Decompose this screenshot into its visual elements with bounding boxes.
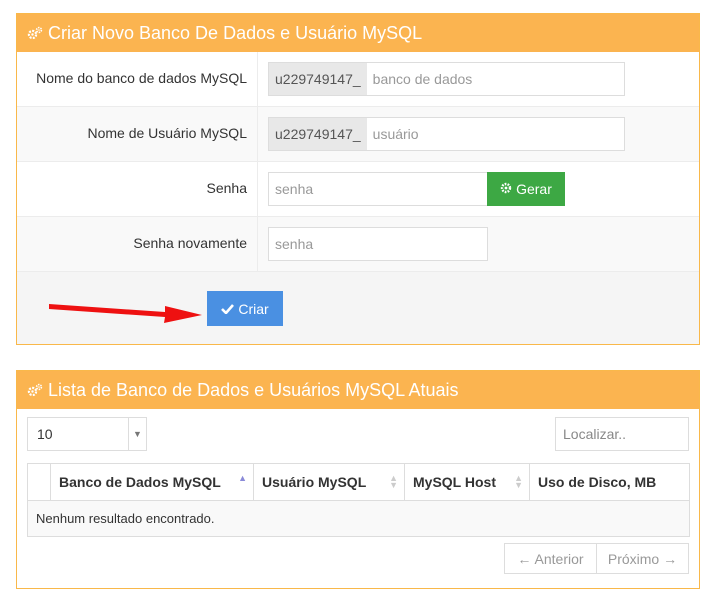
password-again-input-group: [268, 227, 488, 261]
column-header-user[interactable]: Usuário MySQL ▲ ▼: [253, 463, 405, 501]
sort-icon: ▲ ▼: [514, 473, 523, 490]
password-again-row: Senha novamente: [17, 217, 699, 272]
gear-icon: [500, 181, 512, 197]
db-name-prefix: u229749147_: [269, 63, 367, 95]
database-list-panel: Lista de Banco de Dados e Usuários MySQL…: [16, 370, 700, 589]
db-name-row: Nome do banco de dados MySQL u229749147_: [17, 52, 699, 107]
create-panel-footer: Criar: [17, 272, 699, 344]
gears-icon: [27, 25, 43, 41]
empty-table-message: Nenhum resultado encontrado.: [27, 500, 690, 537]
sort-icon: ▲ ▼: [389, 473, 398, 490]
gears-icon: [27, 382, 43, 398]
db-user-row: Nome de Usuário MySQL u229749147_: [17, 107, 699, 162]
create-button-label: Criar: [238, 300, 269, 317]
db-user-prefix: u229749147_: [269, 118, 367, 150]
sort-asc-icon: ▲: [238, 473, 247, 483]
password-label: Senha: [206, 180, 247, 196]
password-input-group: [268, 172, 488, 206]
password-again-input[interactable]: [269, 228, 487, 260]
next-page-button[interactable]: Próximo →: [596, 543, 689, 574]
password-input[interactable]: [269, 173, 487, 205]
page-length-select[interactable]: 10 ▼: [27, 417, 147, 451]
column-header-host[interactable]: MySQL Host ▲ ▼: [404, 463, 530, 501]
column-header-label: Uso de Disco, MB: [538, 474, 657, 490]
db-user-input[interactable]: [366, 118, 624, 150]
previous-page-button[interactable]: ← Anterior: [504, 543, 597, 574]
generate-password-label: Gerar: [516, 181, 552, 197]
list-panel-title: Lista de Banco de Dados e Usuários MySQL…: [48, 379, 459, 400]
table-row: Nenhum resultado encontrado.: [27, 500, 690, 537]
db-user-label: Nome de Usuário MySQL: [87, 125, 247, 141]
db-user-input-group: u229749147_: [268, 117, 625, 151]
check-icon: [221, 301, 235, 317]
column-header-label: Usuário MySQL: [262, 474, 367, 490]
row-divider: [257, 162, 258, 217]
password-row: Senha Gerar: [17, 162, 699, 217]
password-again-label: Senha novamente: [133, 235, 247, 251]
db-name-input[interactable]: [366, 63, 624, 95]
generate-password-button[interactable]: Gerar: [487, 172, 565, 206]
row-control-header: [27, 463, 51, 501]
create-panel-header: Criar Novo Banco De Dados e Usuário MySQ…: [17, 14, 699, 52]
search-input[interactable]: [555, 417, 689, 451]
column-header-disk-usage[interactable]: Uso de Disco, MB: [529, 463, 690, 501]
chevron-down-icon: ▼: [128, 418, 146, 450]
row-divider: [257, 52, 258, 107]
create-database-panel: Criar Novo Banco De Dados e Usuário MySQ…: [16, 13, 700, 345]
page-length-value: 10: [37, 426, 53, 442]
row-divider: [257, 217, 258, 272]
create-panel-title: Criar Novo Banco De Dados e Usuário MySQ…: [48, 22, 423, 43]
table-header-row: Banco de Dados MySQL ▲ Usuário MySQL ▲ ▼ …: [27, 463, 690, 501]
red-arrow-annotation: [49, 304, 202, 323]
column-header-database[interactable]: Banco de Dados MySQL ▲: [50, 463, 254, 501]
db-name-input-group: u229749147_: [268, 62, 625, 96]
database-table: Banco de Dados MySQL ▲ Usuário MySQL ▲ ▼ …: [27, 463, 690, 537]
list-panel-header: Lista de Banco de Dados e Usuários MySQL…: [17, 371, 699, 409]
row-divider: [257, 107, 258, 162]
column-header-label: MySQL Host: [413, 474, 496, 490]
create-button[interactable]: Criar: [207, 291, 283, 326]
column-header-label: Banco de Dados MySQL: [59, 474, 221, 490]
db-name-label: Nome do banco de dados MySQL: [36, 70, 247, 86]
